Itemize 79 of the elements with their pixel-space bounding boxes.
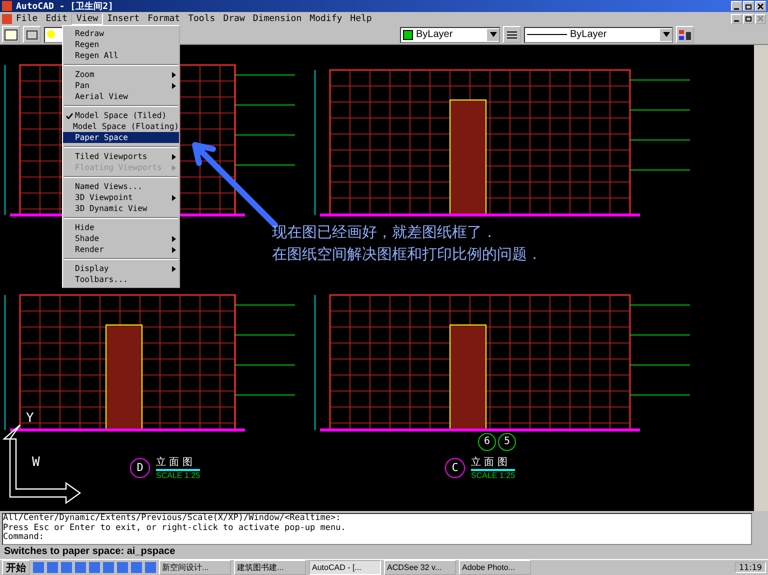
document-icon <box>2 14 12 24</box>
taskbar-button[interactable]: Adobe Photo... <box>459 560 531 575</box>
lines-icon <box>505 28 519 41</box>
submenu-arrow-icon <box>172 194 176 200</box>
menu-item[interactable]: Aerial View <box>63 91 179 102</box>
start-button[interactable]: 开始 <box>2 560 30 575</box>
section-marker: 6 <box>478 433 496 451</box>
menu-item[interactable]: View <box>71 12 104 25</box>
properties-icon <box>678 28 692 41</box>
command-line: Command: <box>3 533 45 543</box>
menu-item[interactable]: Zoom <box>63 69 179 80</box>
drawing-title: 立 面 图 <box>471 455 516 471</box>
close-icon <box>757 15 764 22</box>
close-button[interactable] <box>755 1 766 11</box>
restore-button[interactable] <box>743 1 754 11</box>
elevation-marker: D <box>130 458 150 478</box>
layer-previous-button[interactable] <box>23 26 41 44</box>
menu-item[interactable]: Draw <box>219 14 249 24</box>
dropdown-arrow-icon <box>662 32 670 38</box>
linetype-dropdown[interactable]: ByLayer <box>524 26 673 43</box>
ucs-icon <box>2 424 82 504</box>
menu-item[interactable]: Format <box>144 14 184 24</box>
menu-item[interactable]: Tiled Viewports <box>63 151 179 162</box>
app-icon <box>2 1 12 11</box>
menu-item[interactable]: 3D Dynamic View <box>63 203 179 214</box>
menu-item[interactable]: Dimension <box>248 14 306 24</box>
menu-item[interactable]: Help <box>346 14 376 24</box>
dropdown-arrow-icon <box>490 32 496 38</box>
menu-item[interactable]: Model Space (Floating) <box>63 121 179 132</box>
ucs-axis-label: Y <box>26 411 34 426</box>
submenu-arrow-icon <box>172 266 176 272</box>
menu-item[interactable]: File <box>12 14 42 24</box>
menu-item[interactable]: 3D Viewpoint <box>63 192 179 203</box>
menu-item[interactable]: Pan <box>63 80 179 91</box>
menu-item[interactable]: Toolbars... <box>63 274 179 285</box>
menu-item[interactable]: Tools <box>184 14 220 24</box>
menu-item[interactable]: Model Space (Tiled) <box>63 110 179 121</box>
clock: 11:19 <box>734 562 766 573</box>
layers-button[interactable] <box>2 26 20 44</box>
menu-item[interactable]: Named Views... <box>63 181 179 192</box>
section-marker: 5 <box>498 433 516 451</box>
properties-button[interactable] <box>676 26 694 44</box>
menu-item[interactable]: Modify <box>306 14 346 24</box>
menu-item[interactable]: Regen <box>63 39 179 50</box>
check-icon <box>66 112 72 118</box>
window-title: AutoCAD - [卫生间2] <box>16 0 114 12</box>
drawing-scale: SCALE 1:25 <box>156 471 200 480</box>
menu-item[interactable]: Regen All <box>63 50 179 61</box>
close-icon <box>757 2 764 10</box>
minimize-button[interactable] <box>731 14 742 24</box>
drawing-scale: SCALE 1:25 <box>471 471 516 480</box>
menu-item[interactable]: Display <box>63 263 179 274</box>
color-swatch <box>403 30 413 40</box>
taskbar-button[interactable]: 建筑图书建... <box>234 560 306 575</box>
drawing-title: 立 面 图 <box>156 455 200 471</box>
layer-icon <box>25 28 39 41</box>
lineweight-button[interactable] <box>503 26 521 44</box>
vertical-scrollbar[interactable] <box>754 45 768 511</box>
taskbar-button[interactable]: 新空间设计... <box>159 560 231 575</box>
menu-item[interactable]: Redraw <box>63 28 179 39</box>
menu-item[interactable]: Render <box>63 244 179 255</box>
menu-item[interactable]: Insert <box>103 14 144 24</box>
layers-icon <box>4 28 18 41</box>
taskbar-button[interactable]: ACDSee 32 v... <box>384 560 456 575</box>
menu-item[interactable]: Shade <box>63 233 179 244</box>
restore-button[interactable] <box>743 14 754 24</box>
minimize-button[interactable] <box>731 1 742 11</box>
status-text: Switches to paper space: ai_pspace <box>3 545 176 559</box>
annotation-text: 在图纸空间解决图框和打印比例的问题． <box>272 244 542 265</box>
command-line: Press Esc or Enter to exit, or right-click to activate pop-up menu. <box>3 524 347 533</box>
command-line: All/Center/Dynamic/Extents/Previous/Scale(X/XP)/Window/<Realtime>: <box>3 514 342 524</box>
menu-item[interactable]: Paper Space <box>63 132 179 143</box>
menu-item[interactable]: Edit <box>42 14 72 24</box>
elevation-marker: C <box>445 458 465 478</box>
annotation-text: 现在图已经画好，就差图纸框了． <box>272 222 498 243</box>
color-dropdown[interactable]: ByLayer <box>400 26 500 43</box>
taskbar-button[interactable]: AutoCAD - [... <box>309 560 381 575</box>
menu-item[interactable]: Hide <box>63 222 179 233</box>
ucs-axis-label: W <box>32 455 40 470</box>
